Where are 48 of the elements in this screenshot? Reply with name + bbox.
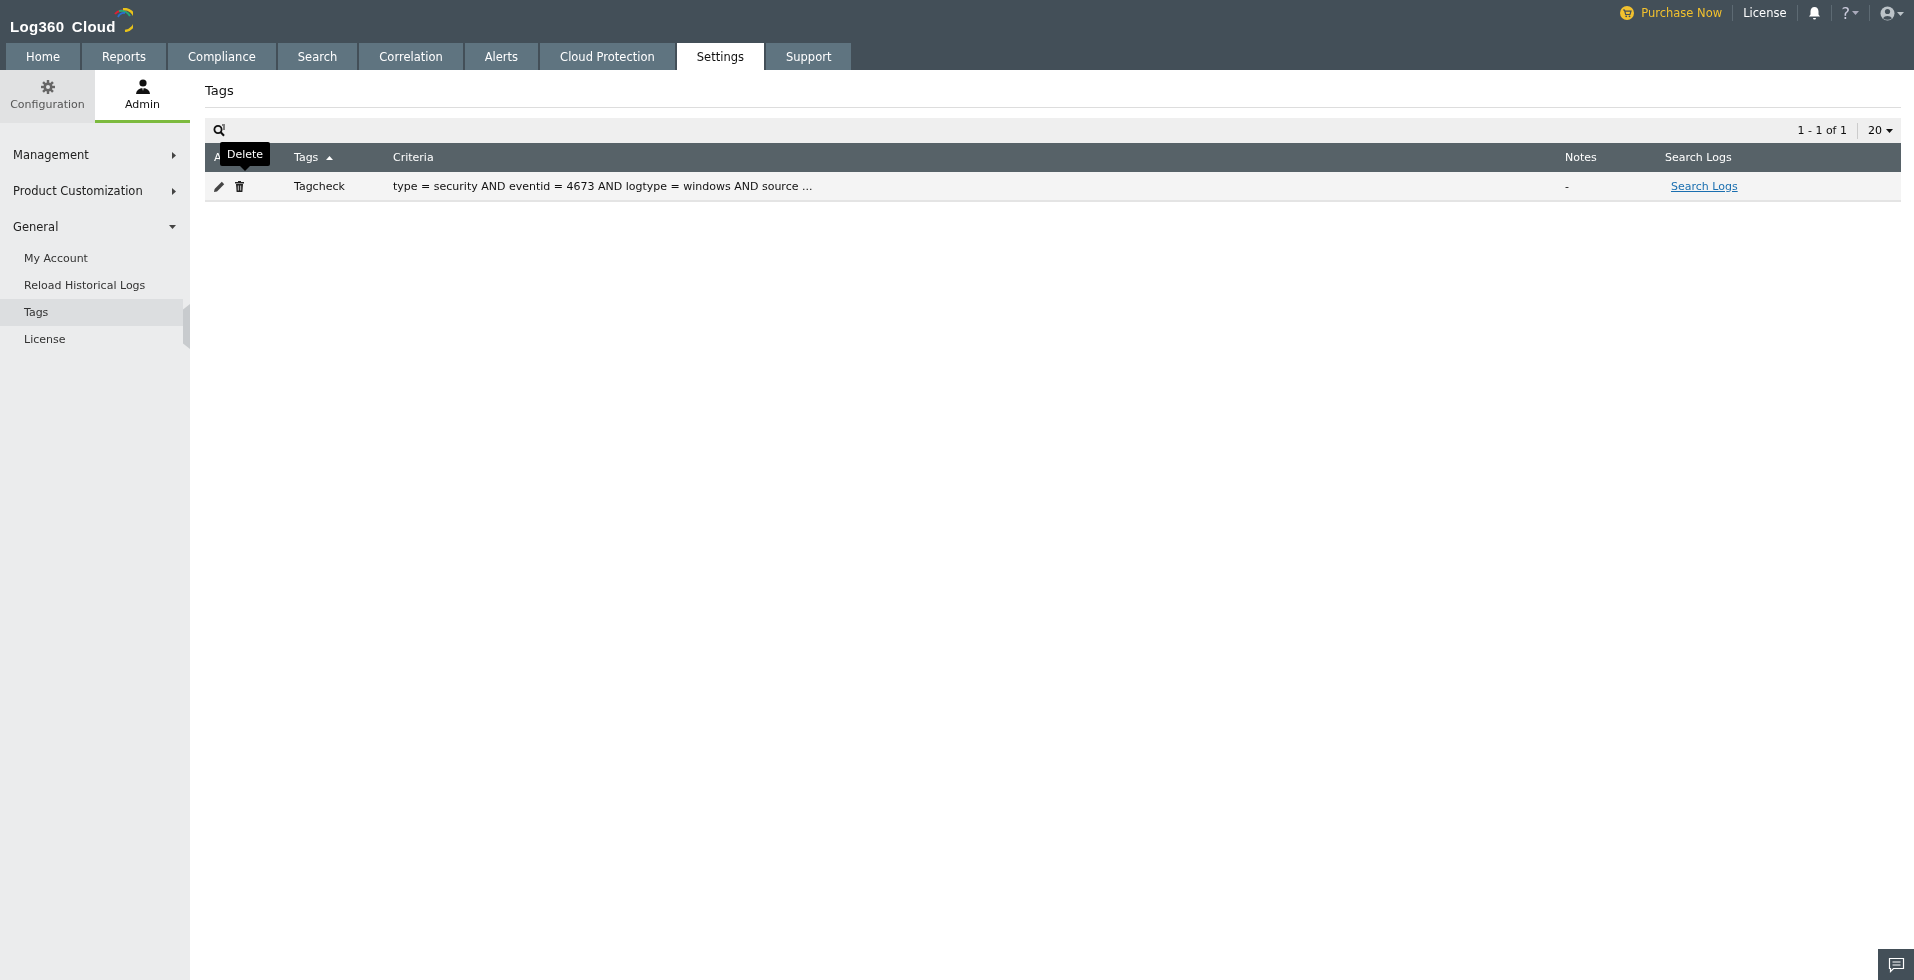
column-header[interactable]: Tags <box>294 151 319 164</box>
table-cell: Tagcheck <box>294 179 345 193</box>
tooltip: Delete <box>220 142 271 171</box>
nav-tab[interactable]: Cloud Protection <box>540 43 675 70</box>
nav-tab[interactable]: Correlation <box>359 43 463 70</box>
user-icon[interactable] <box>1880 5 1904 21</box>
search-icon[interactable] <box>213 124 226 137</box>
menu-item[interactable]: Reload Historical Logs <box>0 272 183 299</box>
nav-tab[interactable]: Reports <box>81 43 167 70</box>
help-menu[interactable]: ? <box>1841 3 1859 23</box>
caret-icon <box>1886 128 1893 133</box>
view-tab[interactable]: Configuration <box>0 70 95 123</box>
pagination-text: 1 - 1 of 1 <box>1797 124 1847 137</box>
menu-item[interactable]: Tags <box>0 299 183 326</box>
menu-section[interactable]: Management <box>0 137 190 173</box>
nav-tab[interactable]: Support <box>765 43 852 70</box>
nav-tab[interactable]: Compliance <box>168 43 276 70</box>
column-header[interactable]: Criteria <box>393 151 434 164</box>
menu-item[interactable]: My Account <box>0 245 183 272</box>
chat-icon <box>1887 956 1905 973</box>
license-link[interactable]: License <box>1743 6 1787 20</box>
nav-tab[interactable]: Search <box>277 43 358 70</box>
menu-section[interactable]: Product Customization <box>0 173 190 209</box>
page-title: Tags <box>205 70 1901 108</box>
table-cell: type = security AND eventid = 4673 AND logtype = windows AND source ... <box>393 179 813 193</box>
trash-icon[interactable] <box>235 180 244 192</box>
cart-icon <box>1620 6 1635 20</box>
menu-item[interactable]: License <box>0 326 183 353</box>
nav-tab[interactable]: Alerts <box>464 43 539 70</box>
search-logs-link[interactable]: Search Logs <box>1671 179 1738 193</box>
gear-icon <box>40 79 55 94</box>
pointer-icon <box>240 166 251 171</box>
bell-icon[interactable] <box>1807 6 1821 20</box>
column-header[interactable]: Search Logs <box>1665 151 1732 164</box>
user-icon <box>134 79 151 94</box>
menu-section[interactable]: General <box>0 209 190 245</box>
column-header[interactable]: Notes <box>1565 151 1597 164</box>
caret-icon <box>1852 11 1859 15</box>
purchase-link[interactable]: Purchase Now <box>1620 6 1723 20</box>
nav-tab[interactable]: Settings <box>676 43 764 70</box>
page-size-dropdown[interactable]: 20 <box>1868 124 1893 137</box>
table-cell: - <box>1565 179 1569 193</box>
chat-button[interactable] <box>1878 949 1914 980</box>
edit-icon[interactable] <box>214 180 225 192</box>
logo-text: Log360 Cloud <box>10 18 116 36</box>
collapse-handle[interactable] <box>183 304 190 349</box>
view-tab[interactable]: Admin <box>95 70 190 123</box>
nav-tab[interactable]: Home <box>6 43 80 70</box>
